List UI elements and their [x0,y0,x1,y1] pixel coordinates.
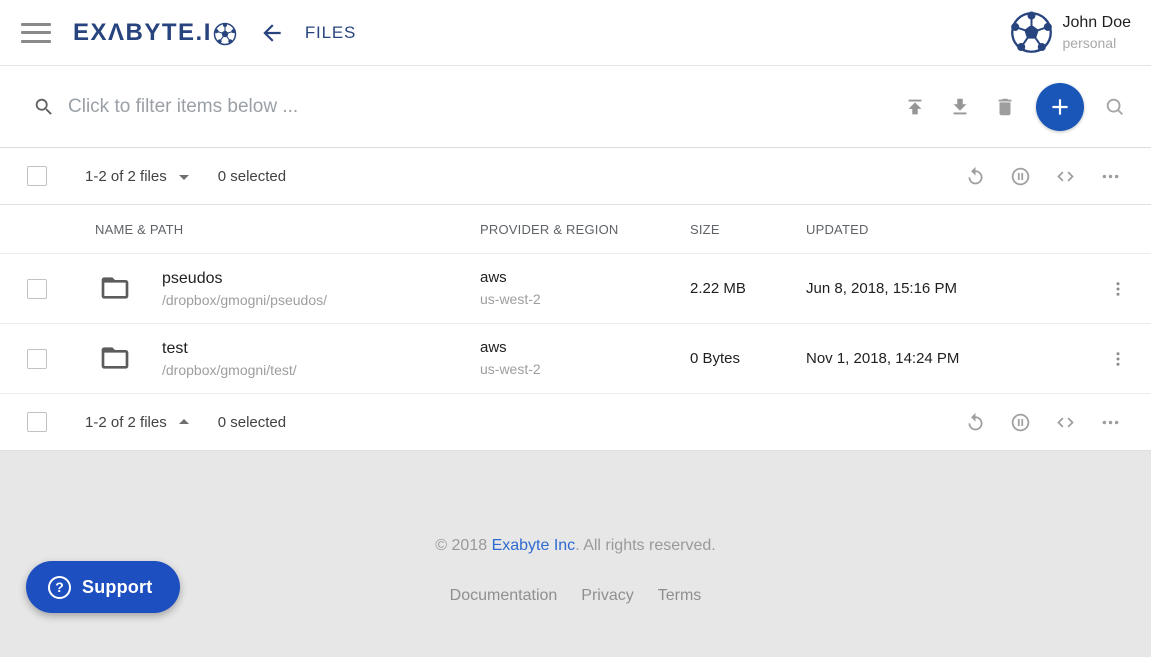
search-icon [33,96,55,118]
row-checkbox[interactable] [27,279,47,299]
table-header-row: NAME & PATH PROVIDER & REGION SIZE UPDAT… [0,205,1151,254]
row-menu-button[interactable] [1100,271,1136,307]
selected-count: 0 selected [218,168,286,185]
upload-button[interactable] [897,89,933,125]
exabyte-logo[interactable]: EXΛBYTE.I [73,19,237,47]
column-header-provider: PROVIDER & REGION [480,222,690,237]
column-header-size: SIZE [690,222,806,237]
file-updated: Jun 8, 2018, 15:16 PM [806,280,1085,297]
magnifier-icon [1104,96,1126,118]
selected-count: 0 selected [218,414,286,431]
table-row[interactable]: test /dropbox/gmogni/test/ aws us-west-2… [0,324,1151,394]
refresh-button[interactable] [957,158,993,194]
row-checkbox[interactable] [27,349,47,369]
pause-circle-icon [1010,166,1031,187]
toolbar-icons-bottom [957,404,1128,440]
app-window: EXΛBYTE.I [0,0,1151,663]
file-size: 2.22 MB [690,280,806,297]
range-text: 1-2 of 2 files [85,168,167,185]
refresh-icon [965,166,986,187]
pagination-range-dropdown[interactable]: 1-2 of 2 files [85,414,189,431]
code-brackets-icon [1055,412,1076,433]
provider: aws [480,267,690,289]
code-view-button[interactable] [1047,158,1083,194]
documentation-link[interactable]: Documentation [450,587,558,605]
logo-text: EXΛBYTE.I [73,19,212,47]
file-size: 0 Bytes [690,350,806,367]
page-title: FILES [305,23,356,43]
search-toggle-button[interactable] [1097,89,1133,125]
more-options-button[interactable] [1092,404,1128,440]
pagination-range-dropdown[interactable]: 1-2 of 2 files [85,168,189,185]
terms-link[interactable]: Terms [658,587,702,605]
add-item-fab[interactable] [1036,83,1084,131]
more-horizontal-icon [1100,412,1121,433]
support-label: Support [82,577,152,598]
pause-button[interactable] [1002,404,1038,440]
folder-icon [99,272,131,304]
delete-button[interactable] [987,89,1023,125]
copyright-text: © 2018 Exabyte Inc. All rights reserved. [435,537,715,555]
privacy-link[interactable]: Privacy [581,587,633,605]
user-menu[interactable]: John Doe personal [1010,11,1132,54]
kebab-menu-icon [1109,280,1127,298]
help-icon: ? [48,576,71,599]
file-path: /dropbox/gmogni/pseudos/ [162,290,327,310]
copyright-suffix: . All rights reserved. [575,537,716,554]
code-view-button[interactable] [1047,404,1083,440]
bottom-strip [0,657,1151,663]
support-button[interactable]: ? Support [26,561,180,613]
chevron-up-icon [179,419,189,424]
file-updated: Nov 1, 2018, 14:24 PM [806,350,1085,367]
file-name: pseudos [162,267,327,290]
row-menu-button[interactable] [1100,341,1136,377]
company-link[interactable]: Exabyte Inc [492,537,576,554]
select-all-checkbox[interactable] [27,166,47,186]
pause-circle-icon [1010,412,1031,433]
select-all-checkbox[interactable] [27,412,47,432]
user-info: John Doe personal [1063,13,1132,52]
download-icon [949,96,971,118]
table-row[interactable]: pseudos /dropbox/gmogni/pseudos/ aws us-… [0,254,1151,324]
more-horizontal-icon [1100,166,1121,187]
region: us-west-2 [480,289,690,309]
download-button[interactable] [942,89,978,125]
kebab-menu-icon [1109,350,1127,368]
soccer-ball-logo-icon [213,22,237,46]
trash-icon [994,96,1016,118]
file-path: /dropbox/gmogni/test/ [162,360,297,380]
user-avatar-soccer-icon[interactable] [1010,11,1053,54]
file-name: test [162,337,297,360]
page-footer: © 2018 Exabyte Inc. All rights reserved.… [0,451,1151,657]
refresh-button[interactable] [957,404,993,440]
chevron-down-icon [179,175,189,180]
region: us-west-2 [480,359,690,379]
copyright-prefix: © 2018 [435,537,491,554]
list-toolbar-top: 1-2 of 2 files 0 selected [0,148,1151,205]
user-account-type: personal [1063,34,1132,52]
back-arrow-icon[interactable] [259,20,285,46]
filter-input[interactable] [68,96,897,118]
range-text: 1-2 of 2 files [85,414,167,431]
column-header-name: NAME & PATH [95,222,480,237]
more-options-button[interactable] [1092,158,1128,194]
list-toolbar-bottom: 1-2 of 2 files 0 selected [0,394,1151,451]
refresh-icon [965,412,986,433]
toolbar-icons-top [957,158,1128,194]
plus-icon [1047,94,1073,120]
footer-links: Documentation Privacy Terms [450,587,702,605]
column-header-updated: UPDATED [806,222,1085,237]
upload-icon [904,96,926,118]
folder-icon [99,342,131,374]
hamburger-menu-icon[interactable] [21,23,51,43]
provider: aws [480,337,690,359]
user-name: John Doe [1063,13,1132,34]
filter-actions [897,83,1133,131]
filter-bar [0,66,1151,148]
code-brackets-icon [1055,166,1076,187]
top-header: EXΛBYTE.I [0,0,1151,66]
pause-button[interactable] [1002,158,1038,194]
